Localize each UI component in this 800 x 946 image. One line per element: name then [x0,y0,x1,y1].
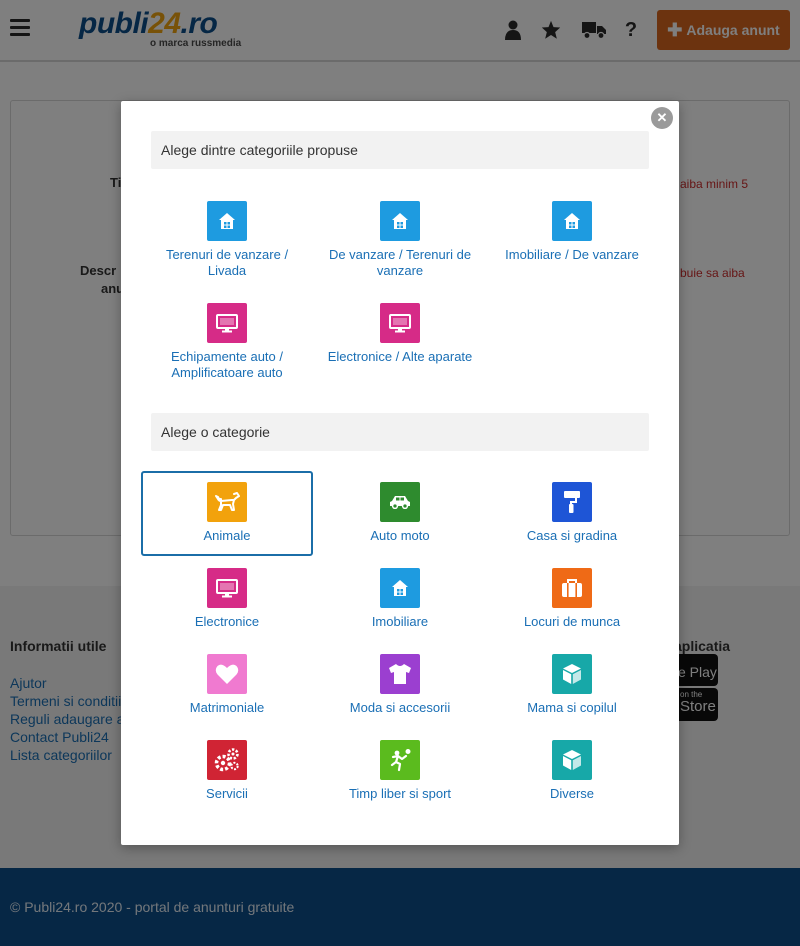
box-icon [552,740,592,780]
gears-icon [207,740,247,780]
all-categories-header: Alege o categorie [151,413,649,451]
category-moda-accesorii[interactable]: Moda si accesorii [314,643,486,718]
tshirt-icon [380,654,420,694]
category-animale[interactable]: Animale [141,471,313,556]
suggested-imobiliare-devanzare[interactable]: Imobiliare / De vanzare [486,199,658,265]
house-icon [380,568,420,608]
category-electronice[interactable]: Electronice [141,557,313,632]
monitor-icon [380,303,420,343]
category-locuri-munca[interactable]: Locuri de munca [486,557,658,632]
suggested-terenuri-livada[interactable]: Terenuri de vanzare / Livada [141,199,313,281]
paint-roller-icon [552,482,592,522]
close-icon[interactable]: ✕ [651,107,673,129]
category-servicii[interactable]: Servicii [141,729,313,804]
suggested-categories-header: Alege dintre categoriile propuse [151,131,649,169]
box-icon [552,654,592,694]
car-icon [380,482,420,522]
suggested-electronice-alte[interactable]: Electronice / Alte aparate [314,301,486,367]
house-icon [207,201,247,241]
house-icon [552,201,592,241]
house-icon [380,201,420,241]
monitor-icon [207,568,247,608]
briefcase-icon [552,568,592,608]
category-casa-gradina[interactable]: Casa si gradina [486,471,658,546]
suggested-devanzare-terenuri[interactable]: De vanzare / Terenuri de vanzare [314,199,486,281]
suggested-echipamente-auto[interactable]: Echipamente auto / Amplificatoare auto [141,301,313,383]
category-imobiliare[interactable]: Imobiliare [314,557,486,632]
category-matrimoniale[interactable]: Matrimoniale [141,643,313,718]
dog-icon [207,482,247,522]
category-mama-copilul[interactable]: Mama si copilul [486,643,658,718]
category-auto-moto[interactable]: Auto moto [314,471,486,546]
heart-icon [207,654,247,694]
sport-icon [380,740,420,780]
category-diverse[interactable]: Diverse [486,729,658,804]
category-modal: ✕ Alege dintre categoriile propuse Teren… [121,101,679,845]
monitor-icon [207,303,247,343]
category-timp-liber-sport[interactable]: Timp liber si sport [314,729,486,804]
